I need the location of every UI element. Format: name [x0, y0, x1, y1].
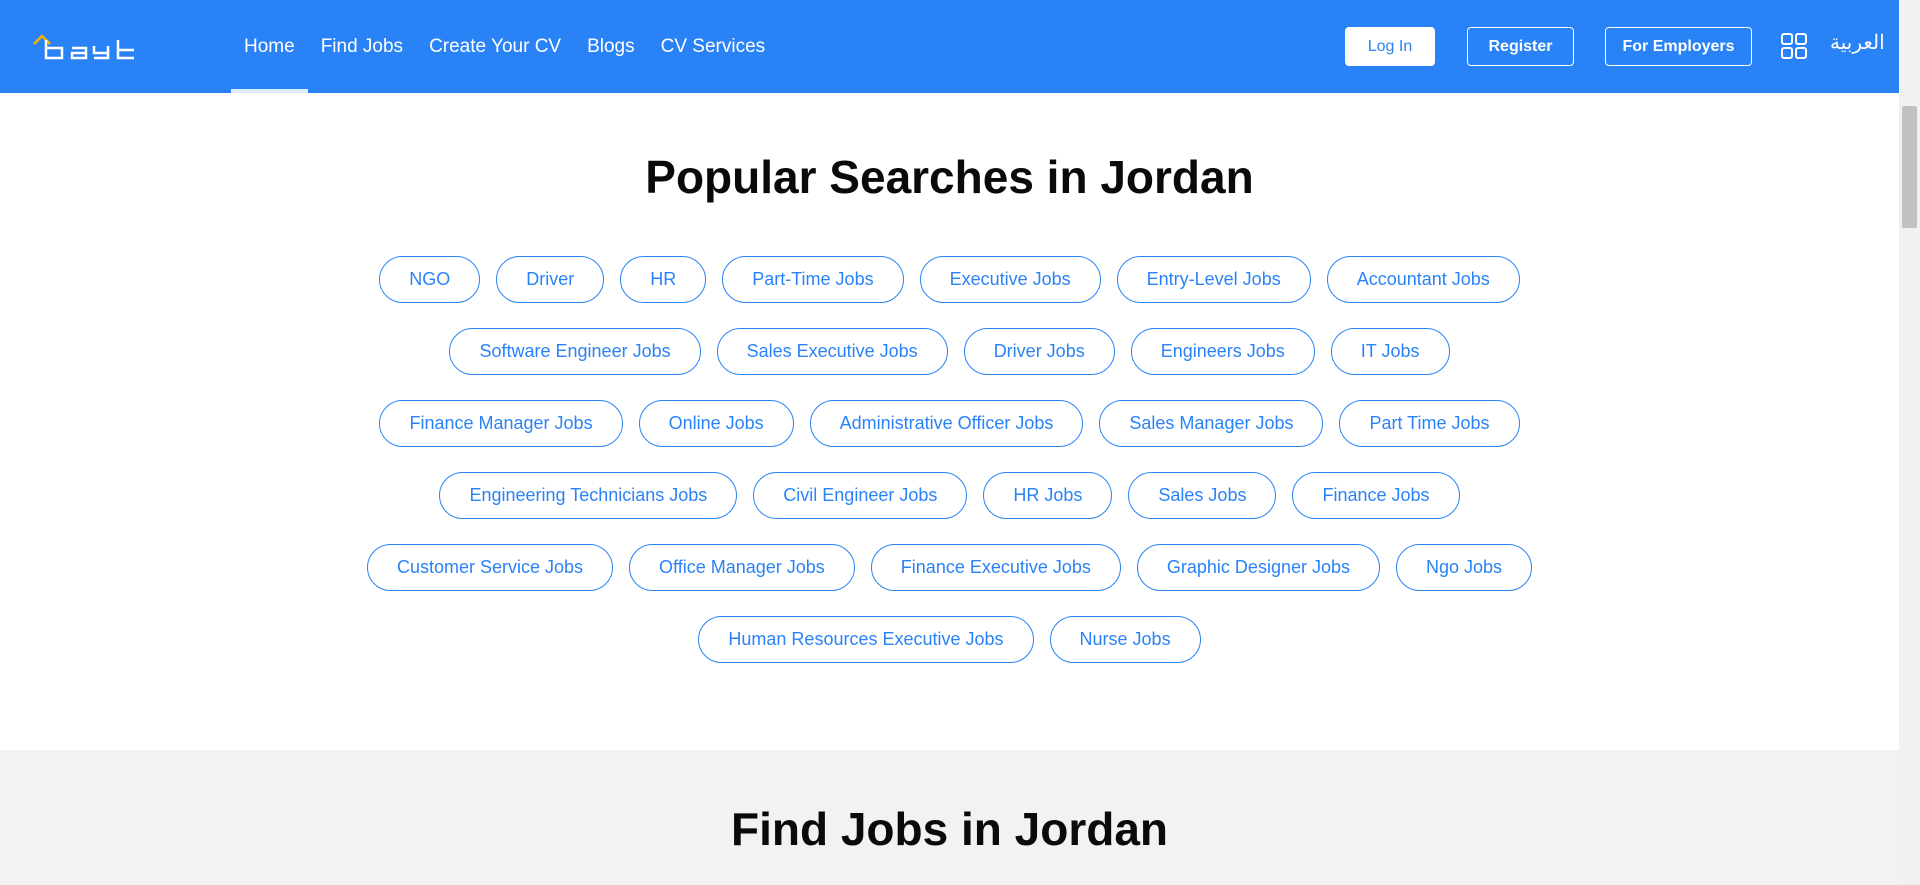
login-button[interactable]: Log In	[1345, 27, 1435, 66]
chip-accountant-jobs[interactable]: Accountant Jobs	[1326, 256, 1520, 303]
bayt-logo[interactable]	[32, 28, 142, 64]
chip-human-resources-executive-jobs[interactable]: Human Resources Executive Jobs	[698, 616, 1034, 663]
chip-ngo[interactable]: NGO	[379, 256, 481, 303]
chip-hr-jobs[interactable]: HR Jobs	[983, 472, 1113, 519]
nav-blogs[interactable]: Blogs	[574, 0, 648, 93]
chip-ngo-jobs[interactable]: Ngo Jobs	[1396, 544, 1533, 591]
chip-graphic-designer-jobs[interactable]: Graphic Designer Jobs	[1136, 544, 1380, 591]
chip-civil-engineer-jobs[interactable]: Civil Engineer Jobs	[753, 472, 968, 519]
main-nav: Home Find Jobs Create Your CV Blogs CV S…	[231, 0, 778, 93]
chips-row-4: Engineering Technicians Jobs Civil Engin…	[0, 472, 1899, 519]
chip-sales-manager-jobs[interactable]: Sales Manager Jobs	[1099, 400, 1324, 447]
scrollbar-thumb[interactable]	[1902, 106, 1917, 228]
chip-it-jobs[interactable]: IT Jobs	[1330, 328, 1450, 375]
chips-row-1: NGO Driver HR Part-Time Jobs Executive J…	[0, 256, 1899, 303]
chips-row-3: Finance Manager Jobs Online Jobs Adminis…	[0, 400, 1899, 447]
chips-row-5: Customer Service Jobs Office Manager Job…	[0, 544, 1899, 591]
find-jobs-section: Find Jobs in Jordan	[0, 750, 1899, 885]
chip-driver-jobs[interactable]: Driver Jobs	[963, 328, 1115, 375]
chip-engineers-jobs[interactable]: Engineers Jobs	[1130, 328, 1315, 375]
chip-sales-executive-jobs[interactable]: Sales Executive Jobs	[716, 328, 948, 375]
chips-row-6: Human Resources Executive Jobs Nurse Job…	[0, 616, 1899, 663]
nav-find-jobs[interactable]: Find Jobs	[308, 0, 416, 93]
chip-software-engineer-jobs[interactable]: Software Engineer Jobs	[449, 328, 701, 375]
chip-entry-level-jobs[interactable]: Entry-Level Jobs	[1116, 256, 1311, 303]
chip-nurse-jobs[interactable]: Nurse Jobs	[1049, 616, 1201, 663]
chip-online-jobs[interactable]: Online Jobs	[638, 400, 794, 447]
chip-customer-service-jobs[interactable]: Customer Service Jobs	[366, 544, 614, 591]
chip-part-time-jobs[interactable]: Part-Time Jobs	[722, 256, 904, 303]
register-button[interactable]: Register	[1467, 27, 1574, 66]
chip-part-time-jobs-2[interactable]: Part Time Jobs	[1339, 400, 1520, 447]
chip-office-manager-jobs[interactable]: Office Manager Jobs	[629, 544, 855, 591]
chip-finance-executive-jobs[interactable]: Finance Executive Jobs	[870, 544, 1121, 591]
chip-executive-jobs[interactable]: Executive Jobs	[919, 256, 1101, 303]
chip-driver[interactable]: Driver	[496, 256, 605, 303]
chip-administrative-officer-jobs[interactable]: Administrative Officer Jobs	[809, 400, 1084, 447]
chip-finance-jobs[interactable]: Finance Jobs	[1292, 472, 1460, 519]
chips-row-2: Software Engineer Jobs Sales Executive J…	[0, 328, 1899, 375]
top-header: Home Find Jobs Create Your CV Blogs CV S…	[0, 0, 1899, 93]
language-switch[interactable]: العربية	[1830, 30, 1885, 55]
grid-icon[interactable]	[1781, 33, 1807, 59]
chip-engineering-technicians-jobs[interactable]: Engineering Technicians Jobs	[439, 472, 738, 519]
nav-home[interactable]: Home	[231, 0, 308, 93]
for-employers-button[interactable]: For Employers	[1605, 27, 1752, 66]
chip-hr[interactable]: HR	[620, 256, 707, 303]
find-jobs-title: Find Jobs in Jordan	[730, 803, 1169, 855]
chip-sales-jobs[interactable]: Sales Jobs	[1128, 472, 1277, 519]
nav-create-cv[interactable]: Create Your CV	[416, 0, 574, 93]
popular-searches-title: Popular Searches in Jordan	[645, 151, 1254, 203]
nav-cv-services[interactable]: CV Services	[648, 0, 779, 93]
chip-finance-manager-jobs[interactable]: Finance Manager Jobs	[379, 400, 623, 447]
